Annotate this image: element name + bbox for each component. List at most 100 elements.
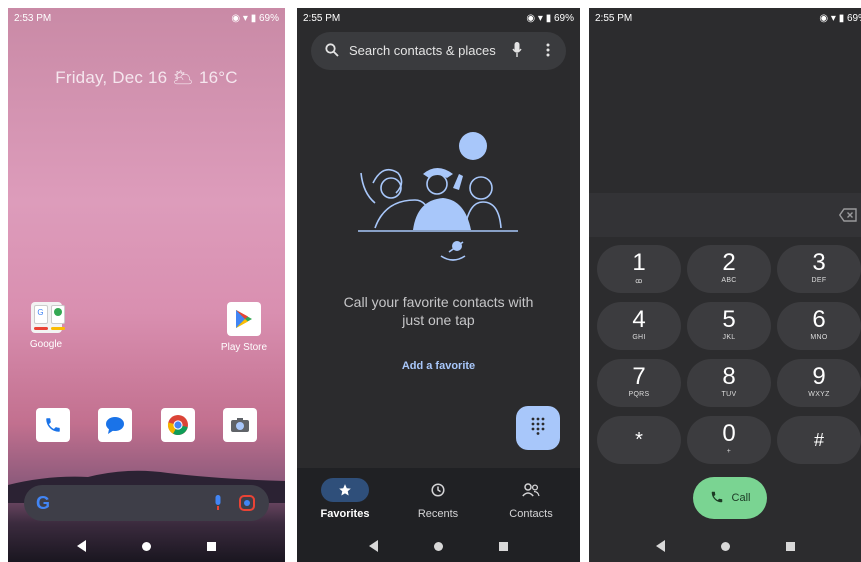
key-digit: 1 xyxy=(632,249,646,276)
key-digit: 8 xyxy=(722,363,736,390)
nav-bar xyxy=(8,530,285,562)
camera-icon[interactable] xyxy=(222,408,257,442)
tab-favorites-label: Favorites xyxy=(320,508,370,520)
star-icon xyxy=(321,478,369,502)
key-8[interactable]: 8 TUV xyxy=(687,359,771,407)
play-store-icon xyxy=(227,302,261,336)
key-letters: WXYZ xyxy=(808,391,830,398)
favorites-illustration xyxy=(358,132,518,261)
key-star[interactable]: * xyxy=(597,416,681,464)
mic-icon[interactable] xyxy=(213,495,223,516)
google-folder-icon: G xyxy=(30,302,65,333)
home-icon[interactable] xyxy=(142,541,151,551)
key-3[interactable]: 3 DEF xyxy=(777,245,861,293)
back-icon[interactable] xyxy=(655,540,665,552)
lens-icon[interactable] xyxy=(239,495,255,516)
phone-icon[interactable] xyxy=(36,408,71,442)
play-store-label: Play Store xyxy=(220,342,268,353)
dialpad-fab[interactable] xyxy=(516,406,560,450)
google-search-bar[interactable]: G xyxy=(24,485,269,521)
chrome-icon[interactable] xyxy=(160,408,195,442)
tab-favorites[interactable]: Favorites xyxy=(305,478,385,520)
number-entry-field[interactable] xyxy=(589,193,861,237)
search-icon xyxy=(325,43,339,60)
key-digit: 5 xyxy=(722,306,736,333)
clock-icon xyxy=(414,478,462,502)
key-letters: JKL xyxy=(722,334,736,341)
nav-bar xyxy=(297,530,580,562)
backspace-icon[interactable] xyxy=(838,208,857,227)
status-icons: ◉ ▾ ▮ 69% xyxy=(526,13,574,24)
status-time: 2:53 PM xyxy=(14,13,52,24)
key-digit: # xyxy=(813,430,824,450)
phone-icon xyxy=(710,490,724,507)
voicemail-icon: ꝏ xyxy=(635,278,643,285)
google-g-icon: G xyxy=(36,493,51,513)
call-button[interactable]: Call xyxy=(693,477,767,519)
key-5[interactable]: 5 JKL xyxy=(687,302,771,350)
key-letters: + xyxy=(726,448,732,455)
battery-percent: 69% xyxy=(553,13,574,24)
key-digit: 7 xyxy=(632,363,646,390)
more-options-icon[interactable] xyxy=(546,43,550,60)
recents-icon[interactable] xyxy=(499,541,508,551)
date-weather-widget[interactable]: Friday, Dec 16 🌥 16°C xyxy=(8,68,285,88)
key-letters: MNO xyxy=(810,334,828,341)
back-icon[interactable] xyxy=(369,540,378,552)
key-6[interactable]: 6 MNO xyxy=(777,302,861,350)
tab-contacts[interactable]: Contacts xyxy=(491,478,571,520)
key-4[interactable]: 4 GHI xyxy=(597,302,681,350)
battery-percent: 69% xyxy=(258,13,279,24)
recents-icon[interactable] xyxy=(785,541,795,551)
messages-icon[interactable] xyxy=(98,408,133,442)
key-9[interactable]: 9 WXYZ xyxy=(777,359,861,407)
status-bar: 2:55 PM ◉ ▾ ▮ 69% xyxy=(297,11,580,27)
key-digit: 4 xyxy=(632,306,646,333)
key-letters: ABC xyxy=(721,277,737,284)
tab-contacts-label: Contacts xyxy=(509,508,553,520)
key-letters: DEF xyxy=(811,277,827,284)
key-digit: 0 xyxy=(722,420,736,447)
dock xyxy=(8,408,285,442)
key-digit: 9 xyxy=(812,363,826,390)
bottom-navigation: Favorites Recents Contacts xyxy=(297,468,580,530)
battery-percent: 69% xyxy=(846,13,861,24)
phone-favorites-screen: 2:55 PM ◉ ▾ ▮ 69% Search contacts & plac… xyxy=(297,8,580,562)
recents-icon[interactable] xyxy=(207,541,216,551)
home-icon[interactable] xyxy=(720,541,730,551)
favorites-empty-message: Call your favorite contacts with just on… xyxy=(343,294,534,328)
key-digit: 6 xyxy=(812,306,826,333)
people-icon xyxy=(507,478,555,502)
key-letters: TUV xyxy=(721,391,737,398)
search-input[interactable]: Search contacts & places xyxy=(349,43,496,58)
home-icon[interactable] xyxy=(434,541,443,551)
key-digit: 3 xyxy=(812,249,826,276)
status-time: 2:55 PM xyxy=(303,13,341,24)
status-bar: 2:55 PM ◉ ▾ ▮ 69% xyxy=(589,11,861,27)
dialpad-icon xyxy=(531,417,545,440)
google-folder-label: Google xyxy=(29,339,63,350)
add-favorite-link[interactable]: Add a favorite xyxy=(297,360,580,372)
google-folder[interactable]: G Google xyxy=(16,302,76,350)
play-store-app[interactable]: Play Store xyxy=(214,302,274,353)
status-icons: ◉ ▾ ▮ 69% xyxy=(819,13,861,24)
back-icon[interactable] xyxy=(77,540,86,552)
key-letters: GHI xyxy=(632,334,646,341)
key-1[interactable]: 1ꝏ xyxy=(597,245,681,293)
search-contacts-bar[interactable]: Search contacts & places xyxy=(311,32,566,70)
mic-icon[interactable] xyxy=(512,42,522,61)
nav-bar xyxy=(589,530,861,562)
dialpad-screen: 2:55 PM ◉ ▾ ▮ 69% 1ꝏ 2ABC 3DEF 4GHI 5JKL… xyxy=(589,8,861,562)
tab-recents-label: Recents xyxy=(417,508,459,520)
key-2[interactable]: 2 ABC xyxy=(687,245,771,293)
home-screen: 2:53 PM ◉ ▾ ▮ 69% Friday, Dec 16 🌥 16°C … xyxy=(8,8,285,562)
key-digit: * xyxy=(635,429,643,451)
status-icons: ◉ ▾ ▮ 69% xyxy=(231,13,279,24)
key-7[interactable]: 7 PQRS xyxy=(597,359,681,407)
key-digit: 2 xyxy=(722,249,736,276)
key-hash[interactable]: # xyxy=(777,416,861,464)
key-0[interactable]: 0 + xyxy=(687,416,771,464)
tab-recents[interactable]: Recents xyxy=(398,478,478,520)
status-bar: 2:53 PM ◉ ▾ ▮ 69% xyxy=(8,11,285,27)
status-time: 2:55 PM xyxy=(595,13,633,24)
